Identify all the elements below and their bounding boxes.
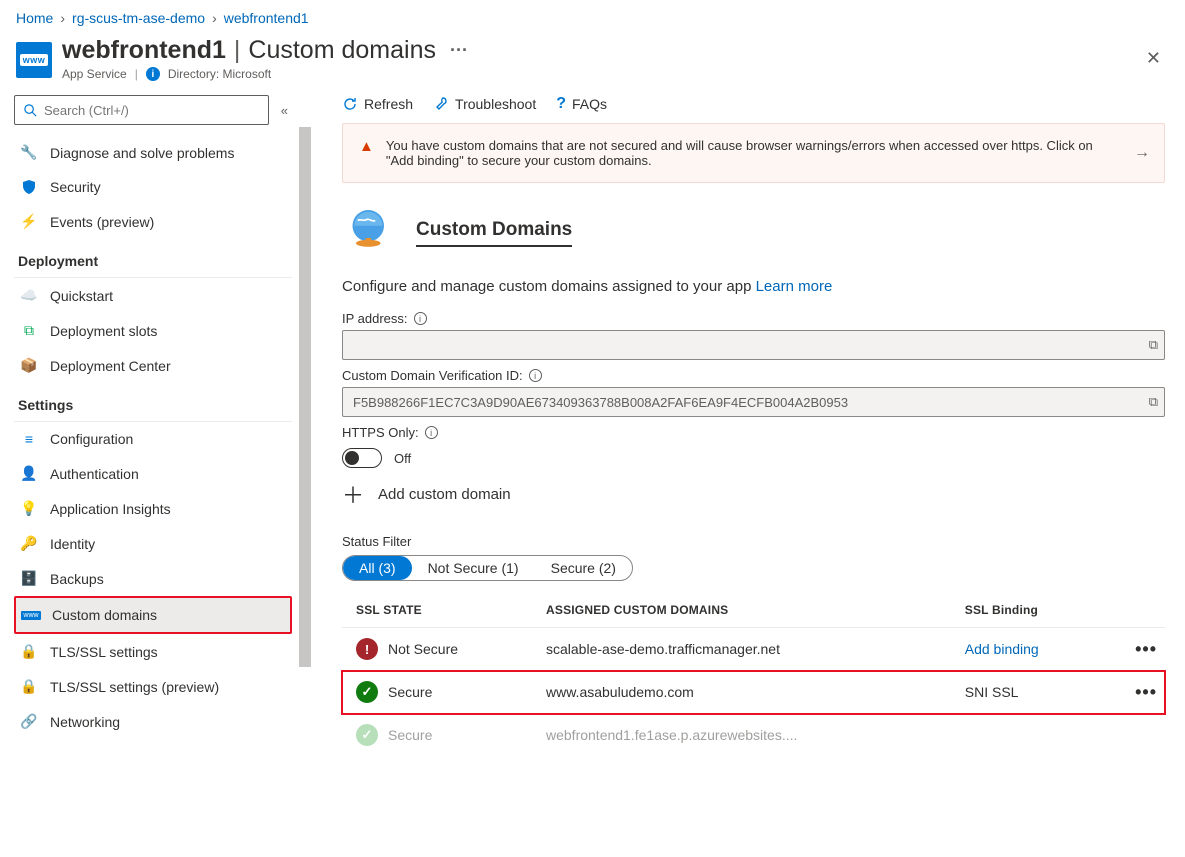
nav-deployment-center[interactable]: 📦Deployment Center	[14, 348, 292, 383]
not-secure-icon: !	[356, 638, 378, 660]
nav-security[interactable]: Security	[14, 170, 292, 204]
learn-more-link[interactable]: Learn more	[756, 278, 833, 295]
slots-icon: ⧉	[20, 322, 38, 339]
nav-quickstart[interactable]: ☁️Quickstart	[14, 278, 292, 313]
add-custom-domain-button[interactable]: ＋Add custom domain	[342, 478, 1165, 510]
cdv-label: Custom Domain Verification ID:	[342, 368, 523, 383]
col-ssl-state: SSL STATE	[342, 593, 532, 628]
secure-icon: ✓	[356, 724, 378, 746]
content-pane: Refresh Troubleshoot ?FAQs ▲ You have cu…	[312, 87, 1185, 776]
nav-diagnose[interactable]: 🔧Diagnose and solve problems	[14, 135, 292, 170]
breadcrumb: Home › rg-scus-tm-ase-demo › webfrontend…	[0, 0, 1185, 28]
breadcrumb-app[interactable]: webfrontend1	[224, 10, 309, 26]
add-binding-link[interactable]: Add binding	[965, 641, 1039, 657]
nav-deployment-slots[interactable]: ⧉Deployment slots	[14, 313, 292, 348]
table-row[interactable]: !Not Secure scalable-ase-demo.trafficman…	[342, 628, 1165, 671]
key-icon: 🔑	[20, 535, 38, 552]
cloud-icon: ☁️	[20, 287, 38, 304]
www-icon: www	[22, 611, 40, 620]
warning-banner[interactable]: ▲ You have custom domains that are not s…	[342, 123, 1165, 183]
sidebar: « 🔧Diagnose and solve problems Security …	[0, 87, 312, 776]
app-service-icon: www	[16, 42, 52, 78]
status-filter-label: Status Filter	[342, 534, 1165, 549]
chevron-right-icon: ›	[60, 10, 65, 26]
https-label: HTTPS Only:	[342, 425, 419, 440]
refresh-button[interactable]: Refresh	[342, 96, 413, 112]
nav-networking[interactable]: 🔗Networking	[14, 704, 292, 739]
person-icon: 👤	[20, 465, 38, 482]
info-icon[interactable]: i	[425, 426, 438, 439]
lock-icon: 🔒	[20, 643, 38, 660]
troubleshoot-button[interactable]: Troubleshoot	[433, 96, 536, 112]
chevron-right-icon: ›	[212, 10, 217, 26]
wrench-icon: 🔧	[20, 144, 38, 161]
warning-text: You have custom domains that are not sec…	[386, 138, 1120, 168]
section-deployment: Deployment	[14, 239, 292, 278]
section-title: Custom Domains	[416, 219, 572, 247]
network-icon: 🔗	[20, 713, 38, 730]
cdv-input: F5B988266F1EC7C3A9D90AE673409363788B008A…	[342, 387, 1165, 417]
search-input-wrapper[interactable]	[14, 95, 269, 125]
search-icon	[23, 103, 38, 118]
row-more-icon[interactable]: •••	[1098, 671, 1165, 714]
nav-tls-ssl[interactable]: 🔒TLS/SSL settings	[14, 634, 292, 669]
filter-secure[interactable]: Secure (2)	[535, 556, 632, 580]
lock-icon: 🔒	[20, 678, 38, 695]
nav-identity[interactable]: 🔑Identity	[14, 526, 292, 561]
col-domain: ASSIGNED CUSTOM DOMAINS	[532, 593, 951, 628]
plus-icon: ＋	[342, 478, 364, 510]
search-input[interactable]	[44, 103, 260, 118]
section-settings: Settings	[14, 383, 292, 422]
filter-not-secure[interactable]: Not Secure (1)	[412, 556, 535, 580]
page-title: webfrontend1	[62, 36, 226, 65]
row-more-icon[interactable]: •••	[1098, 628, 1165, 671]
title-more-icon[interactable]: ···	[450, 40, 468, 61]
copy-icon[interactable]: ⧉	[1149, 394, 1158, 410]
col-binding: SSL Binding	[951, 593, 1098, 628]
nav-custom-domains[interactable]: wwwCustom domains	[16, 598, 290, 632]
cube-icon: 📦	[20, 357, 38, 374]
section-description: Configure and manage custom domains assi…	[342, 278, 1165, 295]
close-icon[interactable]: ✕	[1138, 44, 1169, 73]
status-filter: All (3) Not Secure (1) Secure (2)	[342, 555, 633, 581]
backup-icon: 🗄️	[20, 570, 38, 587]
nav-tls-ssl-preview[interactable]: 🔒TLS/SSL settings (preview)	[14, 669, 292, 704]
globe-icon	[342, 203, 398, 262]
https-value: Off	[394, 451, 411, 466]
sidebar-scrollbar[interactable]	[298, 127, 312, 776]
collapse-sidebar-icon[interactable]: «	[281, 103, 288, 118]
page-header: www webfrontend1 | Custom domains ··· Ap…	[0, 28, 1185, 87]
copy-icon[interactable]: ⧉	[1149, 337, 1158, 353]
bulb-icon: 💡	[20, 500, 38, 517]
nav-app-insights[interactable]: 💡Application Insights	[14, 491, 292, 526]
https-only-toggle[interactable]	[342, 448, 382, 468]
page-subtitle: Custom domains	[248, 36, 436, 65]
service-type: App Service	[62, 67, 127, 81]
arrow-right-icon: →	[1134, 144, 1150, 162]
nav-backups[interactable]: 🗄️Backups	[14, 561, 292, 596]
secure-icon: ✓	[356, 681, 378, 703]
warning-icon: ▲	[359, 138, 374, 155]
info-icon[interactable]: i	[529, 369, 542, 382]
table-row: ✓Secure webfrontend1.fe1ase.p.azurewebsi…	[342, 714, 1165, 757]
lightning-icon: ⚡	[20, 213, 38, 230]
sliders-icon: ≡	[20, 431, 38, 447]
nav-events[interactable]: ⚡Events (preview)	[14, 204, 292, 239]
table-row[interactable]: ✓Secure www.asabuludemo.com SNI SSL •••	[342, 671, 1165, 714]
nav-authentication[interactable]: 👤Authentication	[14, 456, 292, 491]
info-icon[interactable]: i	[414, 312, 427, 325]
ip-label: IP address:	[342, 311, 408, 326]
domains-table: SSL STATE ASSIGNED CUSTOM DOMAINS SSL Bi…	[342, 593, 1165, 756]
nav-configuration[interactable]: ≡Configuration	[14, 422, 292, 456]
filter-all[interactable]: All (3)	[343, 556, 412, 580]
breadcrumb-home[interactable]: Home	[16, 10, 53, 26]
ip-input: ⧉	[342, 330, 1165, 360]
shield-icon	[20, 179, 38, 195]
faqs-button[interactable]: ?FAQs	[556, 95, 607, 113]
breadcrumb-rg[interactable]: rg-scus-tm-ase-demo	[72, 10, 205, 26]
info-icon: i	[146, 67, 160, 81]
